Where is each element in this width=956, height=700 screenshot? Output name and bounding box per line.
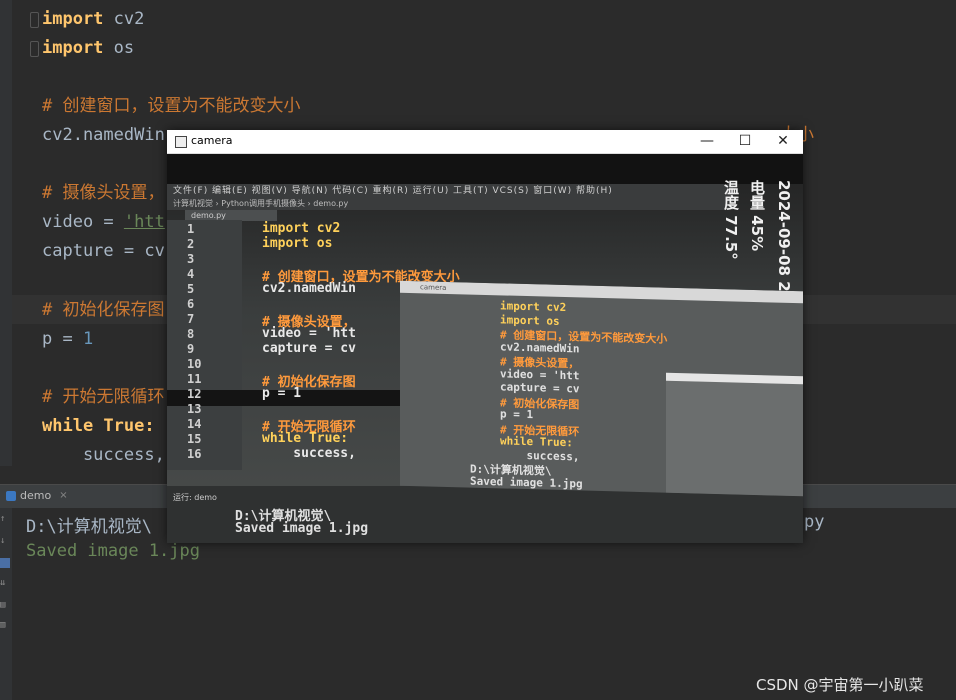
captured-camera-window-nested bbox=[666, 372, 803, 497]
code-line: import os bbox=[42, 35, 134, 61]
captured-nested-code-line: Saved image 1.jpg bbox=[470, 474, 583, 491]
captured-line-number: 13 bbox=[187, 402, 202, 416]
code-comment: # 创建窗口，设置为不能改变大小 bbox=[42, 96, 301, 116]
window-app-icon bbox=[175, 136, 187, 148]
captured-nested-titlebar bbox=[666, 372, 803, 385]
keyword: while bbox=[42, 416, 94, 436]
console-command-suffix: py bbox=[804, 512, 825, 532]
run-tab-label: demo bbox=[20, 489, 52, 502]
code-comment: # 摄像头设置， bbox=[42, 183, 165, 203]
scroll-to-end-icon[interactable]: ⇊ bbox=[0, 578, 10, 588]
code-text: os bbox=[103, 38, 135, 58]
number-literal: 1 bbox=[82, 329, 94, 349]
camera-window-titlebar[interactable]: camera — ☐ ✕ bbox=[167, 130, 803, 154]
trash-icon[interactable]: ▥ bbox=[0, 620, 10, 630]
captured-code-line: import os bbox=[262, 236, 333, 251]
captured-menu-bar: 文件(F) 编辑(E) 视图(V) 导航(N) 代码(C) 重构(R) 运行(U… bbox=[167, 184, 733, 198]
keyword: import bbox=[42, 9, 104, 29]
captured-code-line: p = 1 bbox=[262, 386, 302, 401]
captured-run-saved: Saved image 1.jpg bbox=[235, 521, 369, 536]
fold-marker[interactable] bbox=[30, 12, 39, 28]
captured-line-number: 11 bbox=[187, 372, 202, 386]
rerun-icon[interactable]: ↑ bbox=[0, 514, 10, 524]
console-command-path: D:\计算机视觉\ bbox=[26, 517, 152, 537]
captured-line-number: 8 bbox=[187, 327, 195, 341]
code-comment: # 初始化保存图 bbox=[42, 300, 165, 320]
code-text: True: bbox=[93, 416, 155, 436]
string-literal[interactable]: 'htt bbox=[124, 212, 165, 232]
code-line: import cv2 bbox=[42, 6, 144, 32]
code-text: cv2 bbox=[103, 9, 145, 29]
print-icon[interactable]: ▤ bbox=[0, 600, 10, 610]
code-comment: # 开始无限循环 bbox=[42, 387, 165, 407]
captured-line-number: 9 bbox=[187, 342, 195, 356]
maximize-button[interactable]: ☐ bbox=[735, 132, 755, 150]
captured-line-number: 5 bbox=[187, 282, 195, 296]
captured-nested-code-line: while True: bbox=[500, 434, 573, 450]
captured-line-number: 16 bbox=[187, 447, 202, 461]
captured-nested-code-line: import os bbox=[500, 312, 560, 328]
captured-line-number: 2 bbox=[187, 237, 195, 251]
captured-nested-code-line: import cv2 bbox=[500, 299, 567, 315]
captured-code-line: success, bbox=[262, 446, 356, 461]
captured-line-number: 14 bbox=[187, 417, 202, 431]
photo-temperature: 温度 77.5° bbox=[722, 180, 740, 260]
python-icon bbox=[6, 490, 16, 501]
run-toolbar: ↑ ↓ ⇊ ▤ ▥ bbox=[0, 508, 12, 700]
editor-gutter bbox=[0, 0, 12, 466]
captured-code-line: video = 'htt bbox=[262, 326, 356, 341]
captured-line-number: 12 bbox=[187, 387, 202, 401]
minimize-button[interactable]: — bbox=[697, 132, 717, 150]
code-text: p = bbox=[42, 329, 83, 349]
camera-video-frame: 文件(F) 编辑(E) 视图(V) 导航(N) 代码(C) 重构(R) 运行(U… bbox=[167, 154, 803, 543]
captured-run-tab-label: demo bbox=[194, 493, 217, 502]
captured-nested-code-line: p = 1 bbox=[500, 407, 534, 422]
fold-marker[interactable] bbox=[30, 41, 39, 57]
captured-camera-window: camera import cv2 import os # 创建窗口，设置为不能改变… bbox=[400, 280, 803, 497]
code-text: capture = cv bbox=[42, 241, 165, 261]
window-title: camera bbox=[191, 134, 233, 147]
camera-window[interactable]: camera — ☐ ✕ 文件(F) 编辑(E) 视图(V) 导航(N) 代码(… bbox=[167, 130, 803, 543]
soft-wrap-icon[interactable] bbox=[0, 558, 10, 568]
captured-code-line: while True: bbox=[262, 431, 349, 446]
code-line: cv2.namedWin bbox=[42, 122, 165, 148]
close-button[interactable]: ✕ bbox=[773, 132, 793, 150]
captured-code-line: cv2.namedWin bbox=[262, 281, 356, 296]
console-output-line: Saved image 1.jpg bbox=[26, 541, 200, 561]
keyword: import bbox=[42, 38, 104, 58]
code-text: video = bbox=[42, 212, 124, 232]
captured-code-line: capture = cv bbox=[262, 341, 356, 356]
csdn-watermark: CSDN @宇宙第一小趴菜 bbox=[756, 676, 924, 694]
code-line: while True: bbox=[42, 413, 155, 439]
code-line: success, bbox=[42, 442, 165, 468]
captured-line-number: 10 bbox=[187, 357, 202, 371]
code-line: capture = cv bbox=[42, 238, 165, 264]
run-tab-demo[interactable]: demo × bbox=[6, 489, 68, 502]
captured-line-number: 4 bbox=[187, 267, 195, 281]
scroll-down-icon[interactable]: ↓ bbox=[0, 536, 10, 546]
photo-battery: 电量 45% bbox=[748, 180, 766, 252]
close-icon[interactable]: × bbox=[59, 490, 67, 501]
captured-dark-bezel bbox=[167, 154, 803, 184]
captured-gutter bbox=[167, 220, 242, 470]
code-line: p = 1 bbox=[42, 326, 93, 352]
captured-breadcrumb: 计算机视觉 › Python调用手机摄像头 › demo.py bbox=[167, 198, 733, 210]
captured-line-number: 15 bbox=[187, 432, 202, 446]
code-text: success, bbox=[42, 445, 165, 465]
captured-code-line: import cv2 bbox=[262, 221, 341, 236]
captured-line-number: 3 bbox=[187, 252, 195, 266]
captured-line-number: 1 bbox=[187, 222, 195, 236]
captured-run-tab: 运行: demo bbox=[173, 493, 217, 502]
code-line: video = 'htt bbox=[42, 209, 165, 235]
captured-line-number: 7 bbox=[187, 312, 195, 326]
code-text: cv2.namedWin bbox=[42, 125, 165, 145]
captured-line-number: 6 bbox=[187, 297, 195, 311]
captured-camera-title: camera bbox=[400, 280, 803, 304]
